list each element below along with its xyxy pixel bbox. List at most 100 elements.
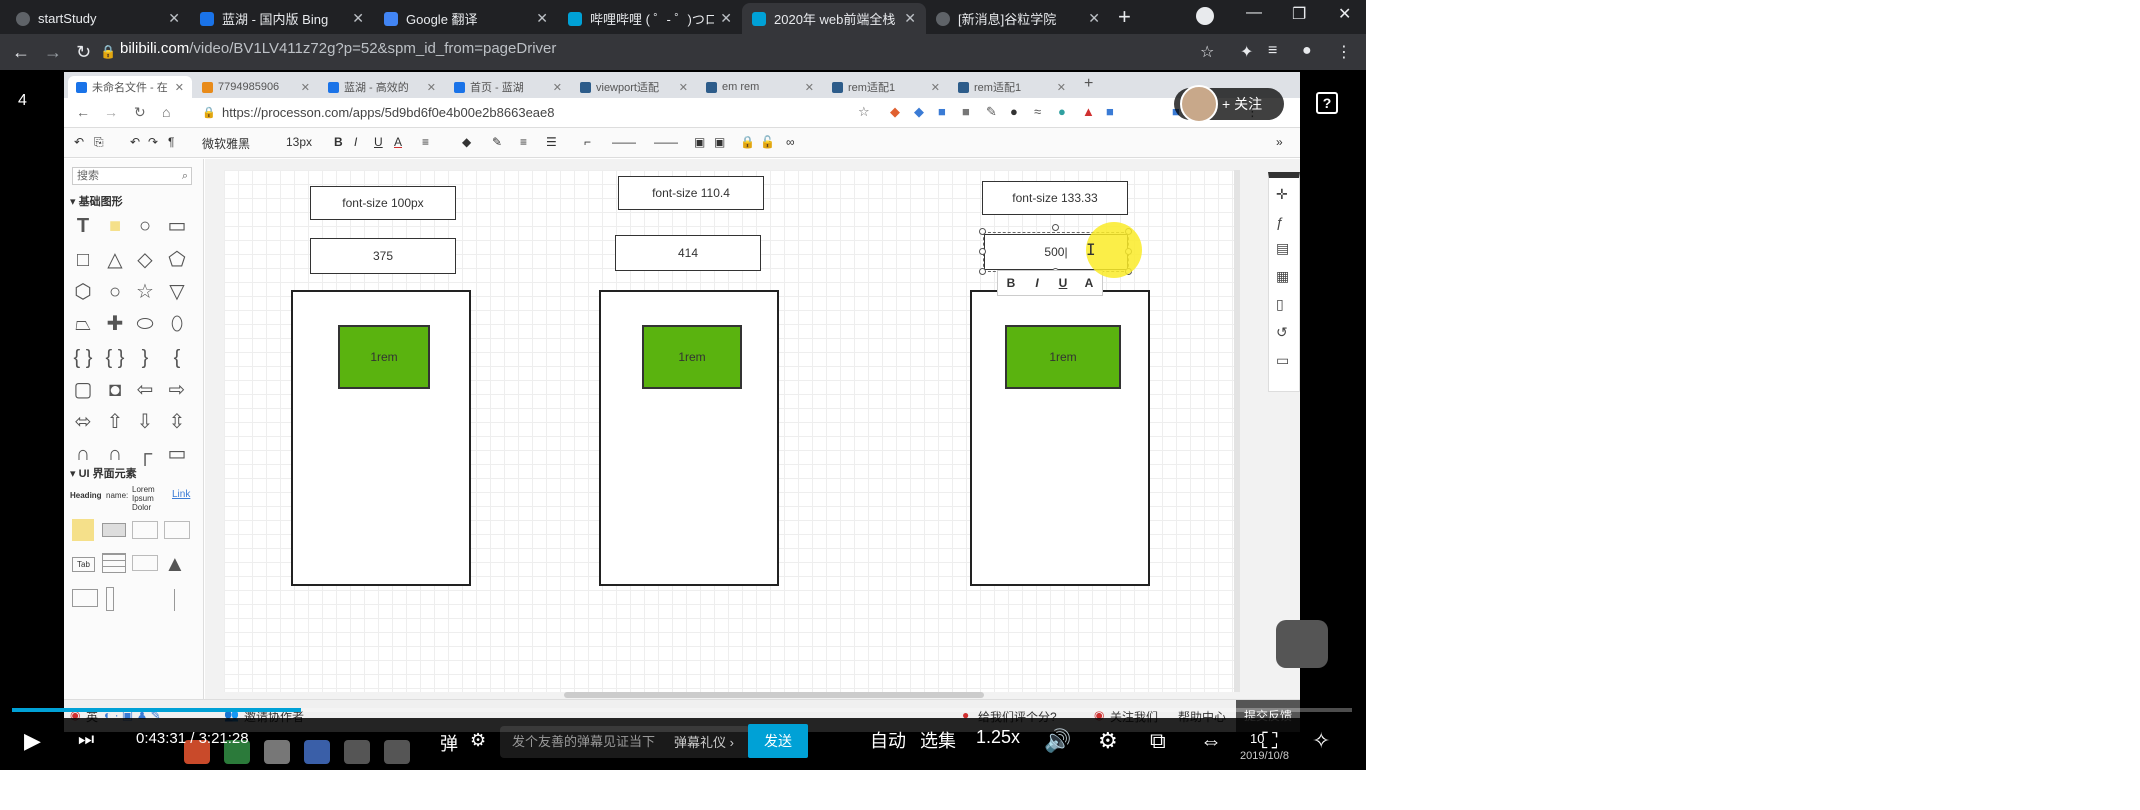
help-icon[interactable]: ? — [1316, 92, 1338, 114]
pip-icon[interactable]: ⧉ — [1150, 728, 1166, 754]
danmu-settings-icon[interactable]: ⚙ — [470, 730, 486, 751]
fmt-bold-button[interactable]: B — [998, 271, 1024, 295]
episodes-button[interactable]: 选集 — [920, 727, 956, 753]
inner-tab: 7794985906 ✕ — [194, 76, 318, 98]
tab-close-icon[interactable]: ✕ — [904, 10, 916, 27]
menu-icon[interactable]: ⋮ — [1336, 42, 1352, 62]
url-path: /video/BV1LV411z72g?p=52&spm_id_from=pag… — [189, 40, 557, 57]
font-family-select: 微软雅黑 — [202, 137, 251, 151]
processon-icon — [76, 81, 87, 93]
fmt-underline-button[interactable]: U — [1050, 271, 1076, 295]
crosshair-icon: ✛ — [1276, 186, 1288, 202]
note-shape-icon: ■ — [108, 215, 122, 237]
rem-box: 1rem — [338, 325, 430, 389]
text-format-popover: B I U A — [997, 270, 1103, 296]
danmu-toggle-icon[interactable]: 弹 — [440, 730, 458, 756]
tab-close-icon[interactable]: ✕ — [168, 10, 180, 27]
share-icon[interactable]: ✧ — [1312, 728, 1330, 754]
section-label: UI 界面元素 — [78, 468, 137, 480]
lanhu-icon — [328, 81, 339, 93]
bilibili-icon — [752, 11, 766, 26]
resize-handle[interactable] — [979, 228, 986, 235]
window-ui-icon — [132, 555, 158, 571]
undo-icon: ↶ — [74, 135, 85, 149]
diamond-shape-icon: ◇ — [137, 249, 153, 271]
u-shape-icon: ∩ — [107, 443, 123, 465]
canvas-scrollbar — [564, 692, 984, 698]
new-tab-button[interactable]: + — [1118, 4, 1131, 30]
star-shape-icon: ☆ — [136, 281, 154, 303]
rounded-rect-icon: ▢ — [73, 379, 93, 401]
media-icon[interactable]: ≡ — [1268, 42, 1277, 60]
table-ui-icon — [102, 553, 126, 573]
next-icon[interactable]: ⏭ — [78, 729, 94, 750]
bookmark-star-icon[interactable]: ☆ — [1200, 42, 1214, 62]
inner-tab: rem适配1 ✕ — [824, 76, 948, 98]
inner-tab-label: 7794985906 — [218, 81, 280, 93]
side-widget-icon[interactable] — [1276, 620, 1328, 668]
minimize-icon[interactable]: — — [1246, 4, 1262, 22]
close-window-icon[interactable]: ✕ — [1338, 4, 1351, 24]
speed-select[interactable]: 1.25x — [976, 727, 1020, 748]
inner-tab: rem适配1 ✕ — [950, 76, 1074, 98]
comment-icon: ▭ — [1276, 352, 1290, 368]
widescreen-icon[interactable]: ⇔ — [1200, 728, 1222, 754]
time-total: 3:21:28 — [198, 730, 249, 747]
profile-menu-icon[interactable] — [1196, 7, 1214, 25]
editor-toolbar: ↶ ⎘ ↶ ↷ ¶ 微软雅黑 13px B I U A ≡ ◆ ✎ ≡ ☰ ⌐ … — [64, 128, 1300, 158]
reload-icon[interactable]: ↻ — [76, 42, 91, 63]
triangle-shape-icon: △ — [107, 249, 123, 271]
uploader-avatar[interactable] — [1180, 85, 1218, 123]
account-icon[interactable]: ● — [1302, 42, 1312, 60]
ui-name-sample: name: — [106, 491, 129, 500]
tab-close-icon[interactable]: ✕ — [352, 10, 364, 27]
rotate-handle[interactable] — [1052, 224, 1059, 231]
browser-tab-bing[interactable]: 蓝湖 - 国内版 Bing ✕ — [190, 3, 374, 34]
panel-ui-icon — [164, 521, 190, 539]
lock-icon: 🔒 — [100, 44, 117, 59]
settings-icon[interactable]: ⚙ — [1098, 728, 1118, 754]
browser-tab-startstudy[interactable]: startStudy ✕ — [6, 3, 190, 34]
browser-tab-translate[interactable]: Google 翻译 ✕ — [374, 3, 558, 34]
volume-icon[interactable]: 🔊 — [1044, 728, 1071, 754]
forward-icon[interactable]: → — [44, 42, 62, 63]
extension-icon: ◆ — [890, 104, 900, 119]
word-taskbar-icon — [304, 740, 330, 764]
inner-tab: 未命名文件 - 在 ✕ — [68, 76, 192, 98]
fmt-color-button[interactable]: A — [1076, 271, 1102, 295]
back-icon[interactable]: ← — [12, 42, 30, 63]
send-danmu-button[interactable]: 发送 — [748, 724, 808, 758]
document-shape-icon: ◘ — [108, 379, 122, 401]
browser-tab-guli[interactable]: [新消息]谷粒学院 ✕ — [926, 3, 1110, 34]
italic-icon: I — [354, 135, 358, 149]
play-icon[interactable]: ▶ — [24, 728, 41, 754]
inner-tab-label: rem适配1 — [848, 82, 896, 94]
browser-tab-active-video[interactable]: 2020年 web前端全栈 ✕ — [742, 3, 926, 34]
progress-fill — [12, 708, 301, 712]
brace-shape-icon: } — [141, 347, 149, 369]
quality-select[interactable]: 自动 — [870, 727, 906, 753]
tab-close-icon[interactable]: ✕ — [536, 10, 548, 27]
resize-handle[interactable] — [979, 248, 986, 255]
tab-close-icon[interactable]: ✕ — [1088, 10, 1100, 27]
bing-icon — [200, 11, 214, 26]
tab-close-icon[interactable]: ✕ — [720, 10, 732, 27]
rect-shape-icon: ▭ — [167, 215, 187, 237]
address-bar[interactable]: bilibili.com/video/BV1LV411z72g?p=52&spm… — [120, 40, 556, 57]
restore-icon[interactable]: ❐ — [1292, 4, 1306, 24]
extensions-icon[interactable]: ✦ — [1240, 42, 1253, 62]
inner-tab: em rem ✕ — [698, 76, 822, 98]
browser-tab-bilibili[interactable]: 哔哩哔哩 ( ゜- ゜)つロ ✕ — [558, 3, 742, 34]
circle-shape-icon: ○ — [138, 215, 152, 237]
extension-icon: ◆ — [914, 104, 924, 119]
page-icon: ▯ — [1276, 296, 1284, 312]
tab-close-icon: ✕ — [678, 81, 688, 94]
resize-handle[interactable] — [979, 268, 986, 275]
document-icon — [706, 81, 717, 93]
danmu-etiquette-link[interactable]: 弹幕礼仪 › — [674, 732, 734, 751]
history-icon: ↺ — [1276, 324, 1288, 340]
input-ui-icon — [132, 521, 158, 539]
inner-tab-label: 未命名文件 - 在 — [92, 82, 168, 94]
width-box: 414 — [615, 235, 761, 271]
fmt-italic-button[interactable]: I — [1024, 271, 1050, 295]
